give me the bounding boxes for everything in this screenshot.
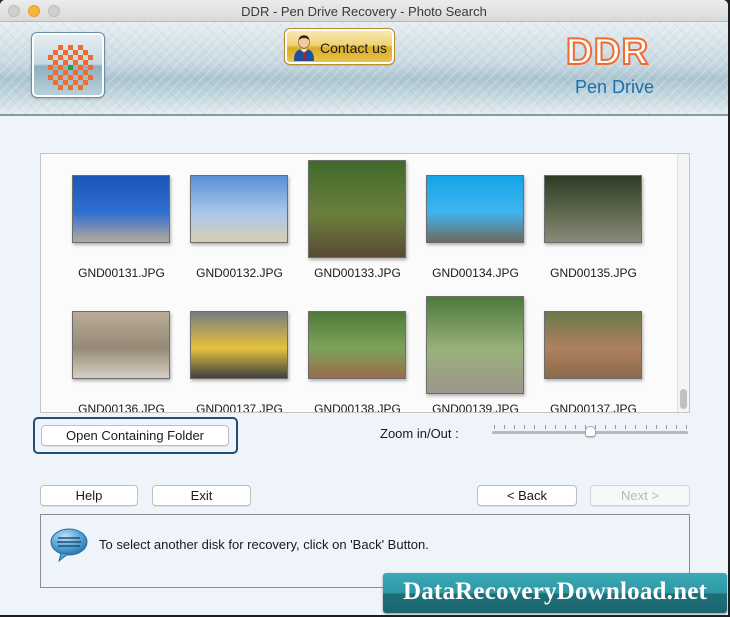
photo-thumbnail[interactable]: GND00138.JPG	[300, 292, 410, 412]
logo-tile	[68, 85, 73, 90]
photo-preview[interactable]	[426, 175, 524, 243]
photo-thumbnail[interactable]: GND00131.JPG	[64, 156, 174, 286]
photo-filename: GND00137.JPG	[196, 402, 283, 413]
photo-thumbnail[interactable]: GND00136.JPG	[64, 292, 174, 412]
vertical-scrollbar[interactable]	[677, 154, 689, 412]
zoom-slider-tick	[635, 425, 637, 429]
header-banner: Contact us DDR Pen Drive	[0, 22, 728, 116]
photo-filename: GND00139.JPG	[432, 402, 519, 413]
photo-thumbnail[interactable]: GND00139.JPG	[418, 292, 528, 412]
watermark-banner: DataRecoveryDownload.net	[383, 573, 727, 613]
app-logo	[31, 32, 105, 98]
zoom-slider-tick	[544, 425, 546, 429]
zoom-slider[interactable]	[490, 421, 690, 441]
zoom-slider-tick	[686, 425, 687, 429]
photo-preview[interactable]	[72, 311, 170, 379]
app-window: DDR - Pen Drive Recovery - Photo Search …	[0, 0, 728, 615]
zoom-slider-tick	[625, 425, 627, 429]
photo-preview[interactable]	[308, 160, 406, 258]
photo-thumbnail[interactable]: GND00137.JPG	[536, 292, 646, 412]
brand-title: DDR	[565, 30, 650, 73]
logo-tile	[83, 80, 88, 85]
zoom-slider-tick	[595, 425, 597, 429]
photo-preview[interactable]	[190, 175, 288, 243]
scrollbar-thumb[interactable]	[680, 389, 687, 409]
watermark-text: DataRecoveryDownload.net	[402, 578, 708, 605]
photo-preview[interactable]	[308, 311, 406, 379]
zoom-slider-knob[interactable]	[584, 426, 596, 437]
logo-tile	[88, 75, 93, 80]
zoom-slider-tick	[574, 425, 576, 429]
status-message: To select another disk for recovery, cli…	[99, 537, 429, 552]
photo-preview[interactable]	[544, 175, 642, 243]
photo-preview[interactable]	[426, 296, 524, 394]
zoom-slider-tick	[564, 425, 566, 429]
photo-preview[interactable]	[72, 175, 170, 243]
photo-preview[interactable]	[544, 311, 642, 379]
logo-tile	[88, 55, 93, 60]
photo-thumbnail-grid: GND00131.JPG GND00132.JPG GND00133.JPG GND0…	[40, 153, 690, 413]
zoom-slider-tick	[605, 425, 607, 429]
zoom-slider-tick	[675, 425, 677, 429]
zoom-slider-tick	[615, 425, 617, 429]
zoom-slider-tick	[584, 425, 586, 429]
logo-tile	[78, 85, 83, 90]
zoom-slider-tick	[534, 425, 536, 429]
zoom-slider-tick	[554, 425, 556, 429]
photo-filename: GND00132.JPG	[196, 266, 283, 280]
zoom-slider-tick	[504, 425, 506, 429]
photo-thumbnail[interactable]: GND00137.JPG	[182, 292, 292, 412]
logo-tile	[88, 65, 93, 70]
back-button[interactable]: < Back	[477, 485, 577, 506]
contact-us-button[interactable]: Contact us	[284, 28, 395, 65]
photo-thumbnail[interactable]: GND00133.JPG	[300, 156, 410, 286]
zoom-slider-tick	[665, 425, 667, 429]
photo-filename: GND00137.JPG	[550, 402, 637, 413]
zoom-slider-tick	[494, 425, 495, 429]
zoom-slider-tick	[524, 425, 526, 429]
zoom-slider-tick	[514, 425, 516, 429]
speech-bubble-icon	[50, 528, 88, 563]
exit-button[interactable]: Exit	[152, 485, 251, 506]
photo-filename: GND00134.JPG	[432, 266, 519, 280]
contact-us-label: Contact us	[320, 40, 387, 56]
help-button[interactable]: Help	[40, 485, 138, 506]
brand-subtitle: Pen Drive	[575, 77, 655, 97]
photo-filename: GND00133.JPG	[314, 266, 401, 280]
open-folder-focus-ring: Open Containing Folder	[33, 417, 238, 454]
zoom-slider-tick	[655, 425, 657, 429]
photo-filename: GND00138.JPG	[314, 402, 401, 413]
window-title: DDR - Pen Drive Recovery - Photo Search	[241, 4, 487, 19]
open-containing-folder-button[interactable]: Open Containing Folder	[41, 425, 229, 446]
photo-thumbnail[interactable]: GND00134.JPG	[418, 156, 528, 286]
title-bar: DDR - Pen Drive Recovery - Photo Search	[0, 0, 728, 22]
zoom-label: Zoom in/Out :	[380, 426, 459, 441]
ddr-checker-logo-icon	[48, 45, 93, 90]
photo-filename: GND00131.JPG	[78, 266, 165, 280]
logo-tile	[58, 85, 63, 90]
next-button[interactable]: Next >	[590, 485, 690, 506]
support-agent-icon	[294, 35, 314, 61]
photo-thumbnail[interactable]: GND00132.JPG	[182, 156, 292, 286]
photo-filename: GND00136.JPG	[78, 402, 165, 413]
photo-preview[interactable]	[190, 311, 288, 379]
photo-filename: GND00135.JPG	[550, 266, 637, 280]
photo-thumbnail[interactable]: GND00135.JPG	[536, 156, 646, 286]
zoom-slider-tick	[645, 425, 647, 429]
